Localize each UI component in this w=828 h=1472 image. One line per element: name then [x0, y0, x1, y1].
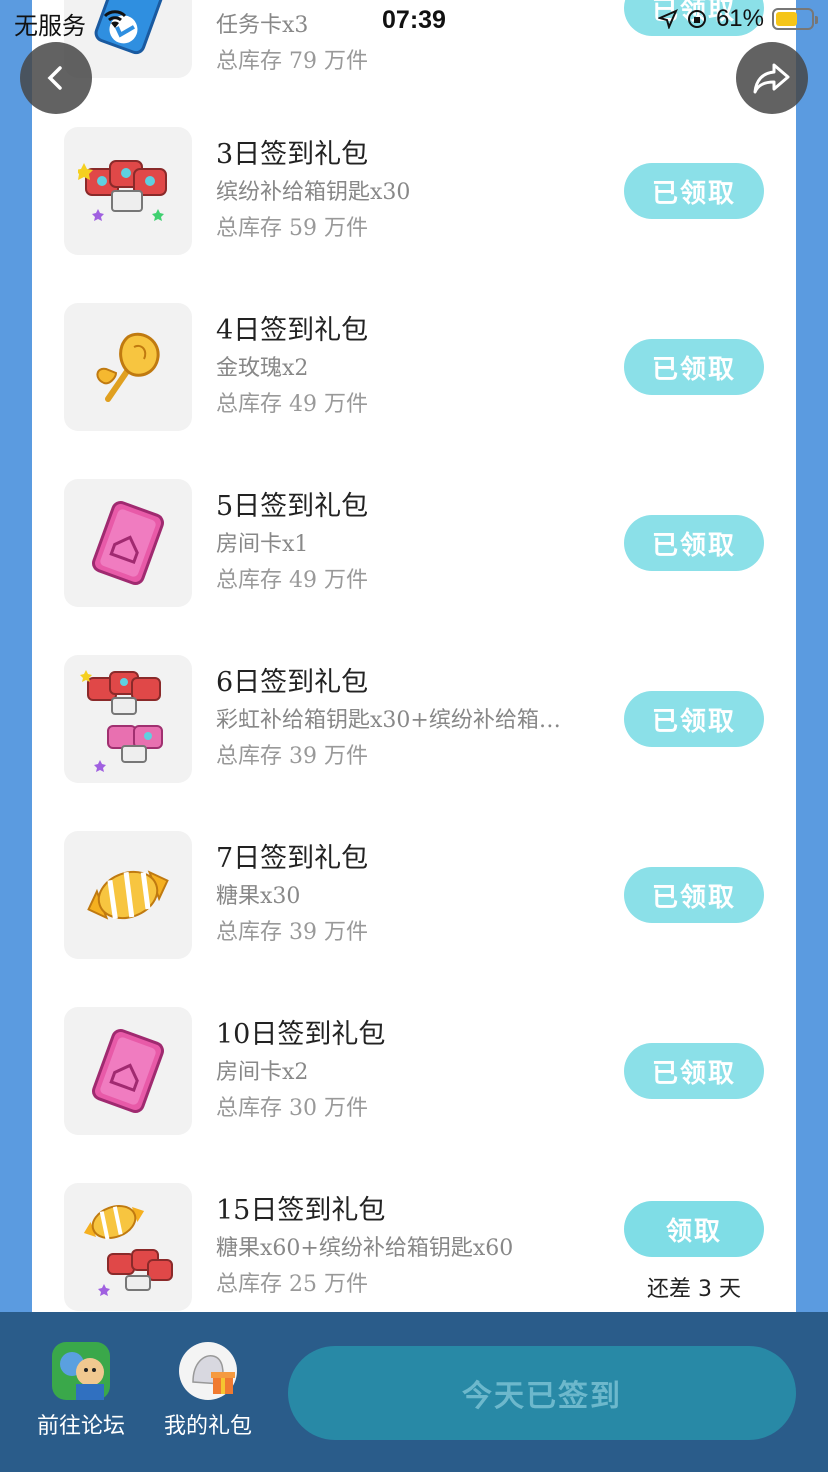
- item-info: 7日签到礼包 糖果x30 总库存 39 万件: [216, 839, 586, 951]
- item-title: 4日签到礼包: [216, 315, 369, 346]
- orientation-lock-icon: [687, 10, 706, 28]
- item-stock: 总库存 39 万件: [216, 920, 368, 945]
- item-thumbnail: [64, 1007, 192, 1135]
- item-desc: 糖果x30: [216, 884, 301, 909]
- share-button[interactable]: [736, 42, 808, 114]
- item-stock: 总库存 39 万件: [216, 744, 368, 769]
- item-info: 6日签到礼包 彩虹补给箱钥匙x30+缤纷补给箱… 总库存 39 万件: [216, 663, 586, 775]
- gift-avatar-icon: [179, 1342, 237, 1400]
- claimed-button[interactable]: 已领取: [624, 339, 764, 395]
- claim-button[interactable]: 领取: [624, 1201, 764, 1257]
- item-thumbnail: [64, 655, 192, 783]
- gold-rose-icon: [96, 332, 160, 402]
- keys-icon: [78, 160, 167, 221]
- bottom-bar: 前往论坛 我的礼包 今天已签到: [0, 1312, 828, 1472]
- candy-icon: [87, 870, 169, 920]
- candy-keys-icon: [83, 1205, 173, 1296]
- item-info: 15日签到礼包 糖果x60+缤纷补给箱钥匙x60 总库存 25 万件: [216, 1191, 586, 1303]
- item-title: 6日签到礼包: [216, 667, 369, 698]
- my-gifts-label: 我的礼包: [163, 1414, 252, 1439]
- item-stock: 总库存 25 万件: [216, 1272, 368, 1297]
- my-gifts-link[interactable]: 我的礼包: [153, 1342, 263, 1440]
- battery-icon: [772, 8, 818, 30]
- days-remaining: 还差 3 天: [647, 1277, 741, 1302]
- location-icon: [657, 9, 678, 29]
- item-stock: 总库存 30 万件: [216, 1096, 368, 1121]
- item-thumbnail: [64, 127, 192, 255]
- item-desc: 缤纷补给箱钥匙x30: [216, 180, 411, 205]
- list-item: 7日签到礼包 糖果x30 总库存 39 万件 已领取: [64, 831, 764, 959]
- list-item: 15日签到礼包 糖果x60+缤纷补给箱钥匙x60 总库存 25 万件 领取 还差…: [64, 1183, 764, 1311]
- forum-link[interactable]: 前往论坛: [26, 1342, 136, 1440]
- item-title: 7日签到礼包: [216, 843, 369, 874]
- item-desc: 彩虹补给箱钥匙x30+缤纷补给箱…: [216, 708, 561, 733]
- chevron-left-icon: [47, 66, 62, 90]
- list-item: 10日签到礼包 房间卡x2 总库存 30 万件 已领取: [64, 1007, 764, 1135]
- item-stock: 总库存 59 万件: [216, 216, 368, 241]
- item-desc: 房间卡x2: [216, 1060, 309, 1085]
- item-info: 4日签到礼包 金玫瑰x2 总库存 49 万件: [216, 311, 586, 423]
- room-card-icon: [92, 1029, 164, 1113]
- item-title: 5日签到礼包: [216, 491, 369, 522]
- back-button[interactable]: [20, 42, 92, 114]
- list-item: 5日签到礼包 房间卡x1 总库存 49 万件 已领取: [64, 479, 764, 607]
- item-thumbnail: [64, 303, 192, 431]
- item-desc: 糖果x60+缤纷补给箱钥匙x60: [216, 1236, 514, 1261]
- item-desc: 金玫瑰x2: [216, 356, 309, 381]
- item-thumbnail: [64, 479, 192, 607]
- item-stock: 总库存 49 万件: [216, 392, 368, 417]
- list-item: 4日签到礼包 金玫瑰x2 总库存 49 万件 已领取: [64, 303, 764, 431]
- item-stock: 总库存 79 万件: [216, 49, 368, 74]
- share-arrow-icon: [753, 63, 790, 94]
- status-right: 61%: [657, 5, 818, 33]
- item-title: 15日签到礼包: [216, 1195, 386, 1226]
- forum-app-icon: [52, 1342, 110, 1400]
- battery-percent: 61%: [715, 5, 764, 32]
- checked-in-button[interactable]: 今天已签到: [288, 1346, 796, 1440]
- item-info: 10日签到礼包 房间卡x2 总库存 30 万件: [216, 1015, 586, 1127]
- claimed-button[interactable]: 已领取: [624, 515, 764, 571]
- item-title: 3日签到礼包: [216, 139, 369, 170]
- item-info: 3日签到礼包 缤纷补给箱钥匙x30 总库存 59 万件: [216, 135, 586, 247]
- item-info: 5日签到礼包 房间卡x1 总库存 49 万件: [216, 487, 586, 599]
- forum-label: 前往论坛: [36, 1414, 125, 1439]
- item-title: 10日签到礼包: [216, 1019, 386, 1050]
- claimed-button[interactable]: 已领取: [624, 691, 764, 747]
- item-thumbnail: [64, 1183, 192, 1311]
- item-desc: 房间卡x1: [216, 532, 309, 557]
- item-stock: 总库存 49 万件: [216, 568, 368, 593]
- status-bar: 无服务 07:39 61%: [0, 0, 828, 42]
- claimed-button[interactable]: 已领取: [624, 1043, 764, 1099]
- list-item: 3日签到礼包 缤纷补给箱钥匙x30 总库存 59 万件 已领取: [64, 127, 764, 255]
- item-thumbnail: [64, 831, 192, 959]
- claimed-button[interactable]: 已领取: [624, 867, 764, 923]
- list-item: 6日签到礼包 彩虹补给箱钥匙x30+缤纷补给箱… 总库存 39 万件 已领取: [64, 655, 764, 783]
- keys-icon: [80, 670, 163, 772]
- claimed-button[interactable]: 已领取: [624, 163, 764, 219]
- room-card-icon: [92, 501, 164, 585]
